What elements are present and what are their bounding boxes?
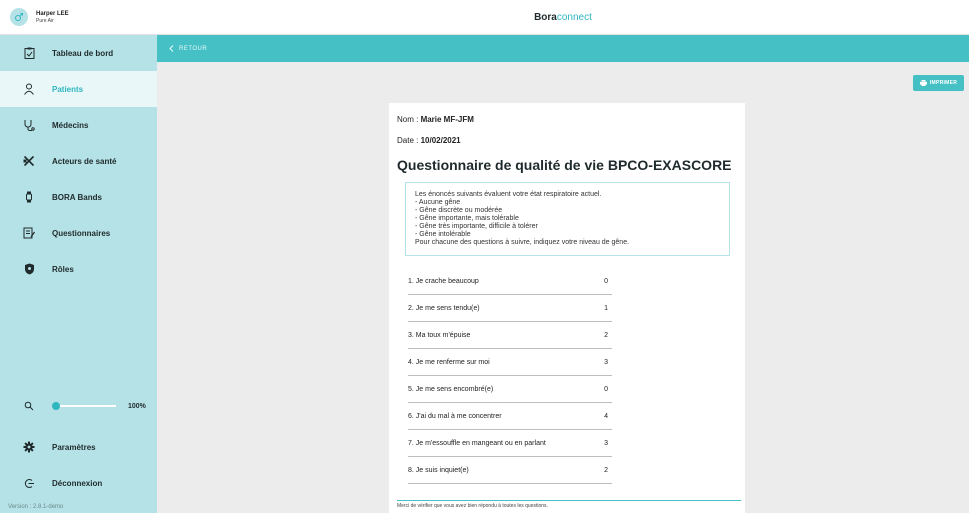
answer-value: 2 xyxy=(604,466,608,474)
sidebar-item-health-actors[interactable]: Acteurs de santé xyxy=(0,143,157,179)
sidebar-item-doctors[interactable]: Médecins xyxy=(0,107,157,143)
sidebar-item-label: Paramètres xyxy=(52,442,96,452)
zoom-control: 100% xyxy=(0,388,157,424)
date-label: Date : xyxy=(397,136,421,145)
gear-icon xyxy=(22,440,36,454)
back-button-label: RETOUR xyxy=(179,45,208,52)
table-row: 3. Ma toux m'épuise 2 xyxy=(408,322,612,349)
question-text: 2. Je me sens tendu(e) xyxy=(408,304,480,312)
instruction-line: Pour chacune des questions à suivre, ind… xyxy=(415,239,630,246)
instruction-line: Les énoncés suivants évaluent votre état… xyxy=(415,191,602,198)
table-row: 7. Je m'essouffle en mangeant ou en parl… xyxy=(408,430,612,457)
questionnaire-date: Date : 10/02/2021 xyxy=(397,136,737,146)
questionnaire-title: Questionnaire de qualité de vie BPCO-EXA… xyxy=(397,157,732,173)
date-value: 10/02/2021 xyxy=(420,136,461,145)
zoom-slider-handle[interactable] xyxy=(52,402,60,410)
band-icon xyxy=(22,190,36,204)
back-button[interactable]: RETOUR xyxy=(169,45,207,52)
answers-table: 1. Je crache beaucoup 0 2. Je me sens ten… xyxy=(397,268,737,484)
toolbar: RETOUR xyxy=(157,35,969,62)
user-organization: Pure Air xyxy=(36,17,54,24)
chevron-left-icon xyxy=(169,45,174,52)
gender-icon xyxy=(15,13,23,21)
sidebar-item-label: BORA Bands xyxy=(52,192,102,202)
question-text: 7. Je m'essouffle en mangeant ou en parl… xyxy=(408,439,546,447)
user-profile[interactable]: Harper LEE Pure Air xyxy=(0,0,157,35)
zoom-value: 100% xyxy=(128,402,146,410)
magnifier-icon xyxy=(22,399,36,413)
table-row: 2. Je me sens tendu(e) 1 xyxy=(408,295,612,322)
answer-value: 4 xyxy=(604,412,608,420)
logout-icon xyxy=(22,476,36,490)
printer-icon xyxy=(919,80,927,86)
patient-name: Nom : Marie MF-JFM xyxy=(397,115,737,125)
avatar xyxy=(10,8,28,26)
patient-name-label: Nom : xyxy=(397,115,421,124)
user-name: Harper LEE xyxy=(36,10,69,17)
sidebar-item-label: Médecins xyxy=(52,120,89,130)
tools-icon xyxy=(22,154,36,168)
sidebar-item-bora-bands[interactable]: BORA Bands xyxy=(0,179,157,215)
sidebar-item-logout[interactable]: Déconnexion xyxy=(0,465,157,501)
sidebar-item-label: Questionnaires xyxy=(52,228,111,238)
instructions-box: Les énoncés suivants évaluent votre état… xyxy=(405,182,730,256)
question-text: 6. J'ai du mal à me concentrer xyxy=(408,412,502,420)
sidebar-item-label: Rôles xyxy=(52,264,74,274)
instruction-line: - Gêne importante, mais tolérable xyxy=(415,215,519,222)
questionnaire-card: Nom : Marie MF-JFM Date : 10/02/2021 Que… xyxy=(389,103,745,513)
answer-value: 0 xyxy=(604,277,608,285)
instruction-line: - Gêne discrète ou modérée xyxy=(415,207,503,214)
table-row: 5. Je me sens encombré(e) 0 xyxy=(408,376,612,403)
sidebar-item-label: Acteurs de santé xyxy=(52,156,117,166)
question-text: 4. Je me renferme sur moi xyxy=(408,358,490,366)
table-row: 6. J'ai du mal à me concentrer 4 xyxy=(408,403,612,430)
footnote: Merci de vérifier que vous avez bien rép… xyxy=(397,500,741,509)
instruction-line: - Aucune gêne xyxy=(415,199,461,206)
question-text: 1. Je crache beaucoup xyxy=(408,277,479,285)
sidebar-item-label: Tableau de bord xyxy=(52,48,114,58)
instruction-line: - Gêne très importante, difficile à tolé… xyxy=(415,223,538,230)
stethoscope-icon xyxy=(22,118,36,132)
answer-value: 3 xyxy=(604,358,608,366)
person-icon xyxy=(22,82,36,96)
sidebar-item-questionnaires[interactable]: Questionnaires xyxy=(0,215,157,251)
sidebar-item-label: Déconnexion xyxy=(52,478,103,488)
sidebar-item-settings[interactable]: Paramètres xyxy=(0,429,157,465)
sidebar-item-dashboard[interactable]: Tableau de bord xyxy=(0,35,157,71)
question-text: 5. Je me sens encombré(e) xyxy=(408,385,494,393)
clipboard-icon xyxy=(22,46,36,60)
sidebar-item-patients[interactable]: Patients xyxy=(0,71,157,107)
answer-value: 2 xyxy=(604,331,608,339)
version-label: Version : 2.8.1-demo xyxy=(8,504,64,510)
answer-value: 1 xyxy=(604,304,608,312)
answer-value: 0 xyxy=(604,385,608,393)
patient-name-value: Marie MF-JFM xyxy=(420,115,474,124)
answer-value: 3 xyxy=(604,439,608,447)
question-text: 3. Ma toux m'épuise xyxy=(408,331,471,339)
question-text: 8. Je suis inquiet(e) xyxy=(408,466,469,474)
form-icon xyxy=(22,226,36,240)
sidebar-item-roles[interactable]: Rôles xyxy=(0,251,157,287)
app-header: Bora connect xyxy=(157,0,969,35)
instruction-line: - Gêne intolérable xyxy=(415,231,471,238)
table-row: 1. Je crache beaucoup 0 xyxy=(408,268,612,295)
brand-logo-primary: Bora xyxy=(534,11,557,23)
zoom-slider[interactable] xyxy=(52,402,116,410)
shield-icon xyxy=(22,262,36,276)
print-button-label: IMPRIMER xyxy=(929,80,958,86)
sidebar: Harper LEE Pure Air Tableau de bord Pati… xyxy=(0,0,157,513)
brand-logo-secondary: connect xyxy=(556,11,592,23)
table-row: 4. Je me renferme sur moi 3 xyxy=(408,349,612,376)
print-button[interactable]: IMPRIMER xyxy=(913,75,964,91)
sidebar-item-label: Patients xyxy=(52,84,84,94)
table-row: 8. Je suis inquiet(e) 2 xyxy=(408,457,612,484)
